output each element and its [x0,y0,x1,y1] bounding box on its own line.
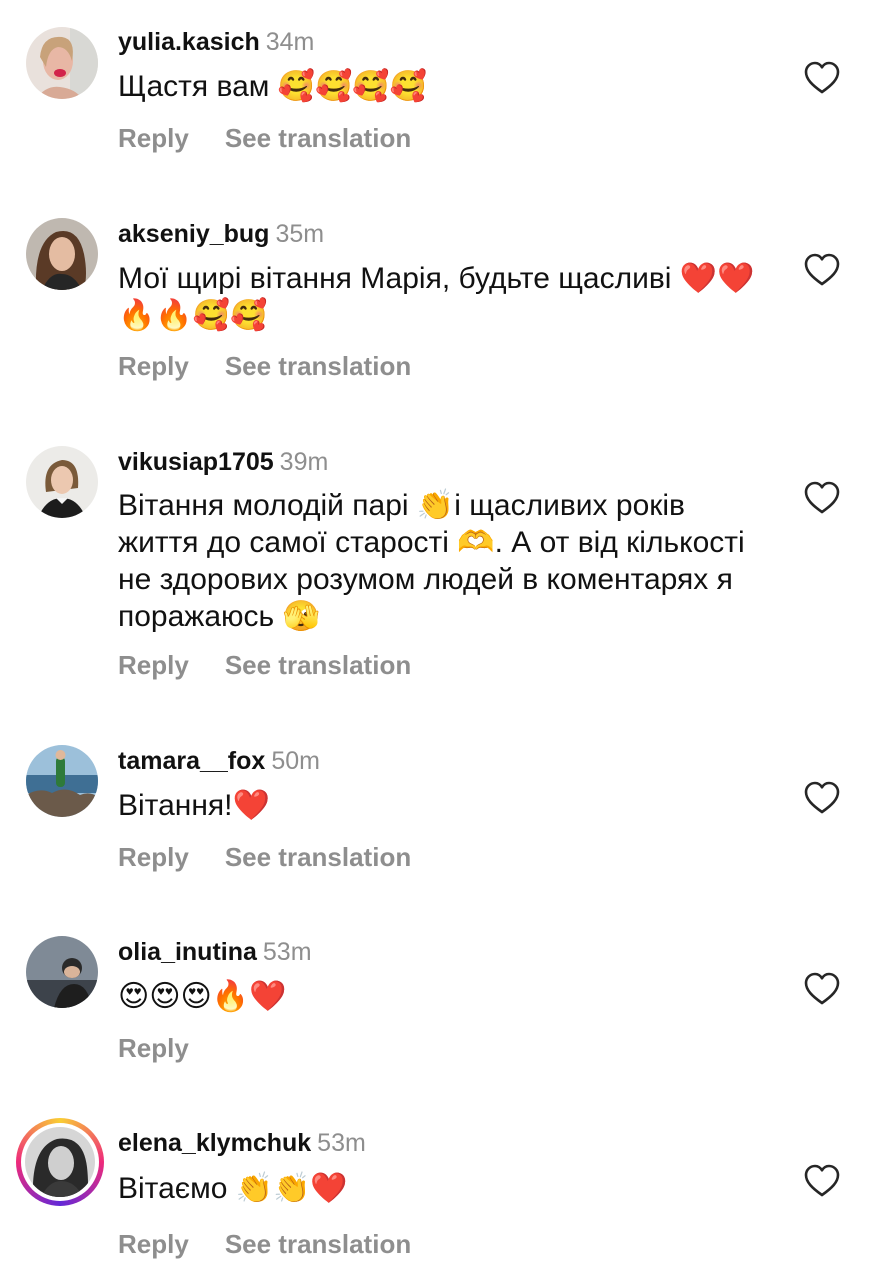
comment-text: Вітання!❤️ [118,789,270,822]
see-translation-button[interactable]: See translation [225,123,411,153]
avatar[interactable] [26,936,98,1008]
comment-username[interactable]: akseniy_bug [118,220,269,248]
reply-button[interactable]: Reply [118,1033,189,1063]
reply-button[interactable]: Reply [118,351,189,381]
reply-button[interactable]: Reply [118,1229,189,1259]
comment-timestamp: 53m [317,1129,366,1157]
avatar [25,1127,95,1197]
see-translation-button[interactable]: See translation [225,842,411,872]
see-translation-button[interactable]: See translation [225,650,411,680]
comment-text: Щастя вам 🥰🥰🥰🥰 [118,70,428,103]
heart-outline-icon[interactable] [804,1164,840,1198]
heart-outline-icon[interactable] [804,481,840,515]
comment-timestamp: 53m [262,938,312,966]
comment-text: 😍😍😍🔥❤️ [118,980,287,1013]
comment-username[interactable]: yulia.kasich [118,28,260,56]
reply-button[interactable]: Reply [118,650,189,680]
avatar[interactable] [26,27,98,99]
comment-username[interactable]: olia_inutina [118,938,257,966]
avatar[interactable] [26,218,98,290]
comment-timestamp: 35m [275,220,325,248]
heart-outline-icon[interactable] [804,972,840,1006]
comment-text: Вітаємо 👏👏❤️ [118,1172,348,1205]
comment-username[interactable]: elena_klymchuk [118,1129,311,1157]
comment-username[interactable]: vikusiap1705 [118,448,274,476]
comment-timestamp: 34m [265,28,315,56]
reply-button[interactable]: Reply [118,123,189,153]
see-translation-button[interactable]: See translation [225,1229,411,1259]
comment-username[interactable]: tamara__fox [118,747,265,775]
heart-outline-icon[interactable] [804,781,840,815]
heart-outline-icon[interactable] [804,61,840,95]
reply-button[interactable]: Reply [118,842,189,872]
heart-outline-icon[interactable] [804,253,840,287]
avatar-story-ring[interactable] [16,1118,104,1206]
see-translation-button[interactable]: See translation [225,351,411,381]
comment-text: Вітання молодій парі 👏і щасливих років ж… [118,489,745,633]
comment-text: Мої щирі вітання Марія, будьте щасливі ❤… [118,262,755,332]
comment-timestamp: 50m [271,747,320,775]
avatar[interactable] [26,745,98,817]
comment-timestamp: 39m [279,448,329,476]
avatar[interactable] [26,446,98,518]
